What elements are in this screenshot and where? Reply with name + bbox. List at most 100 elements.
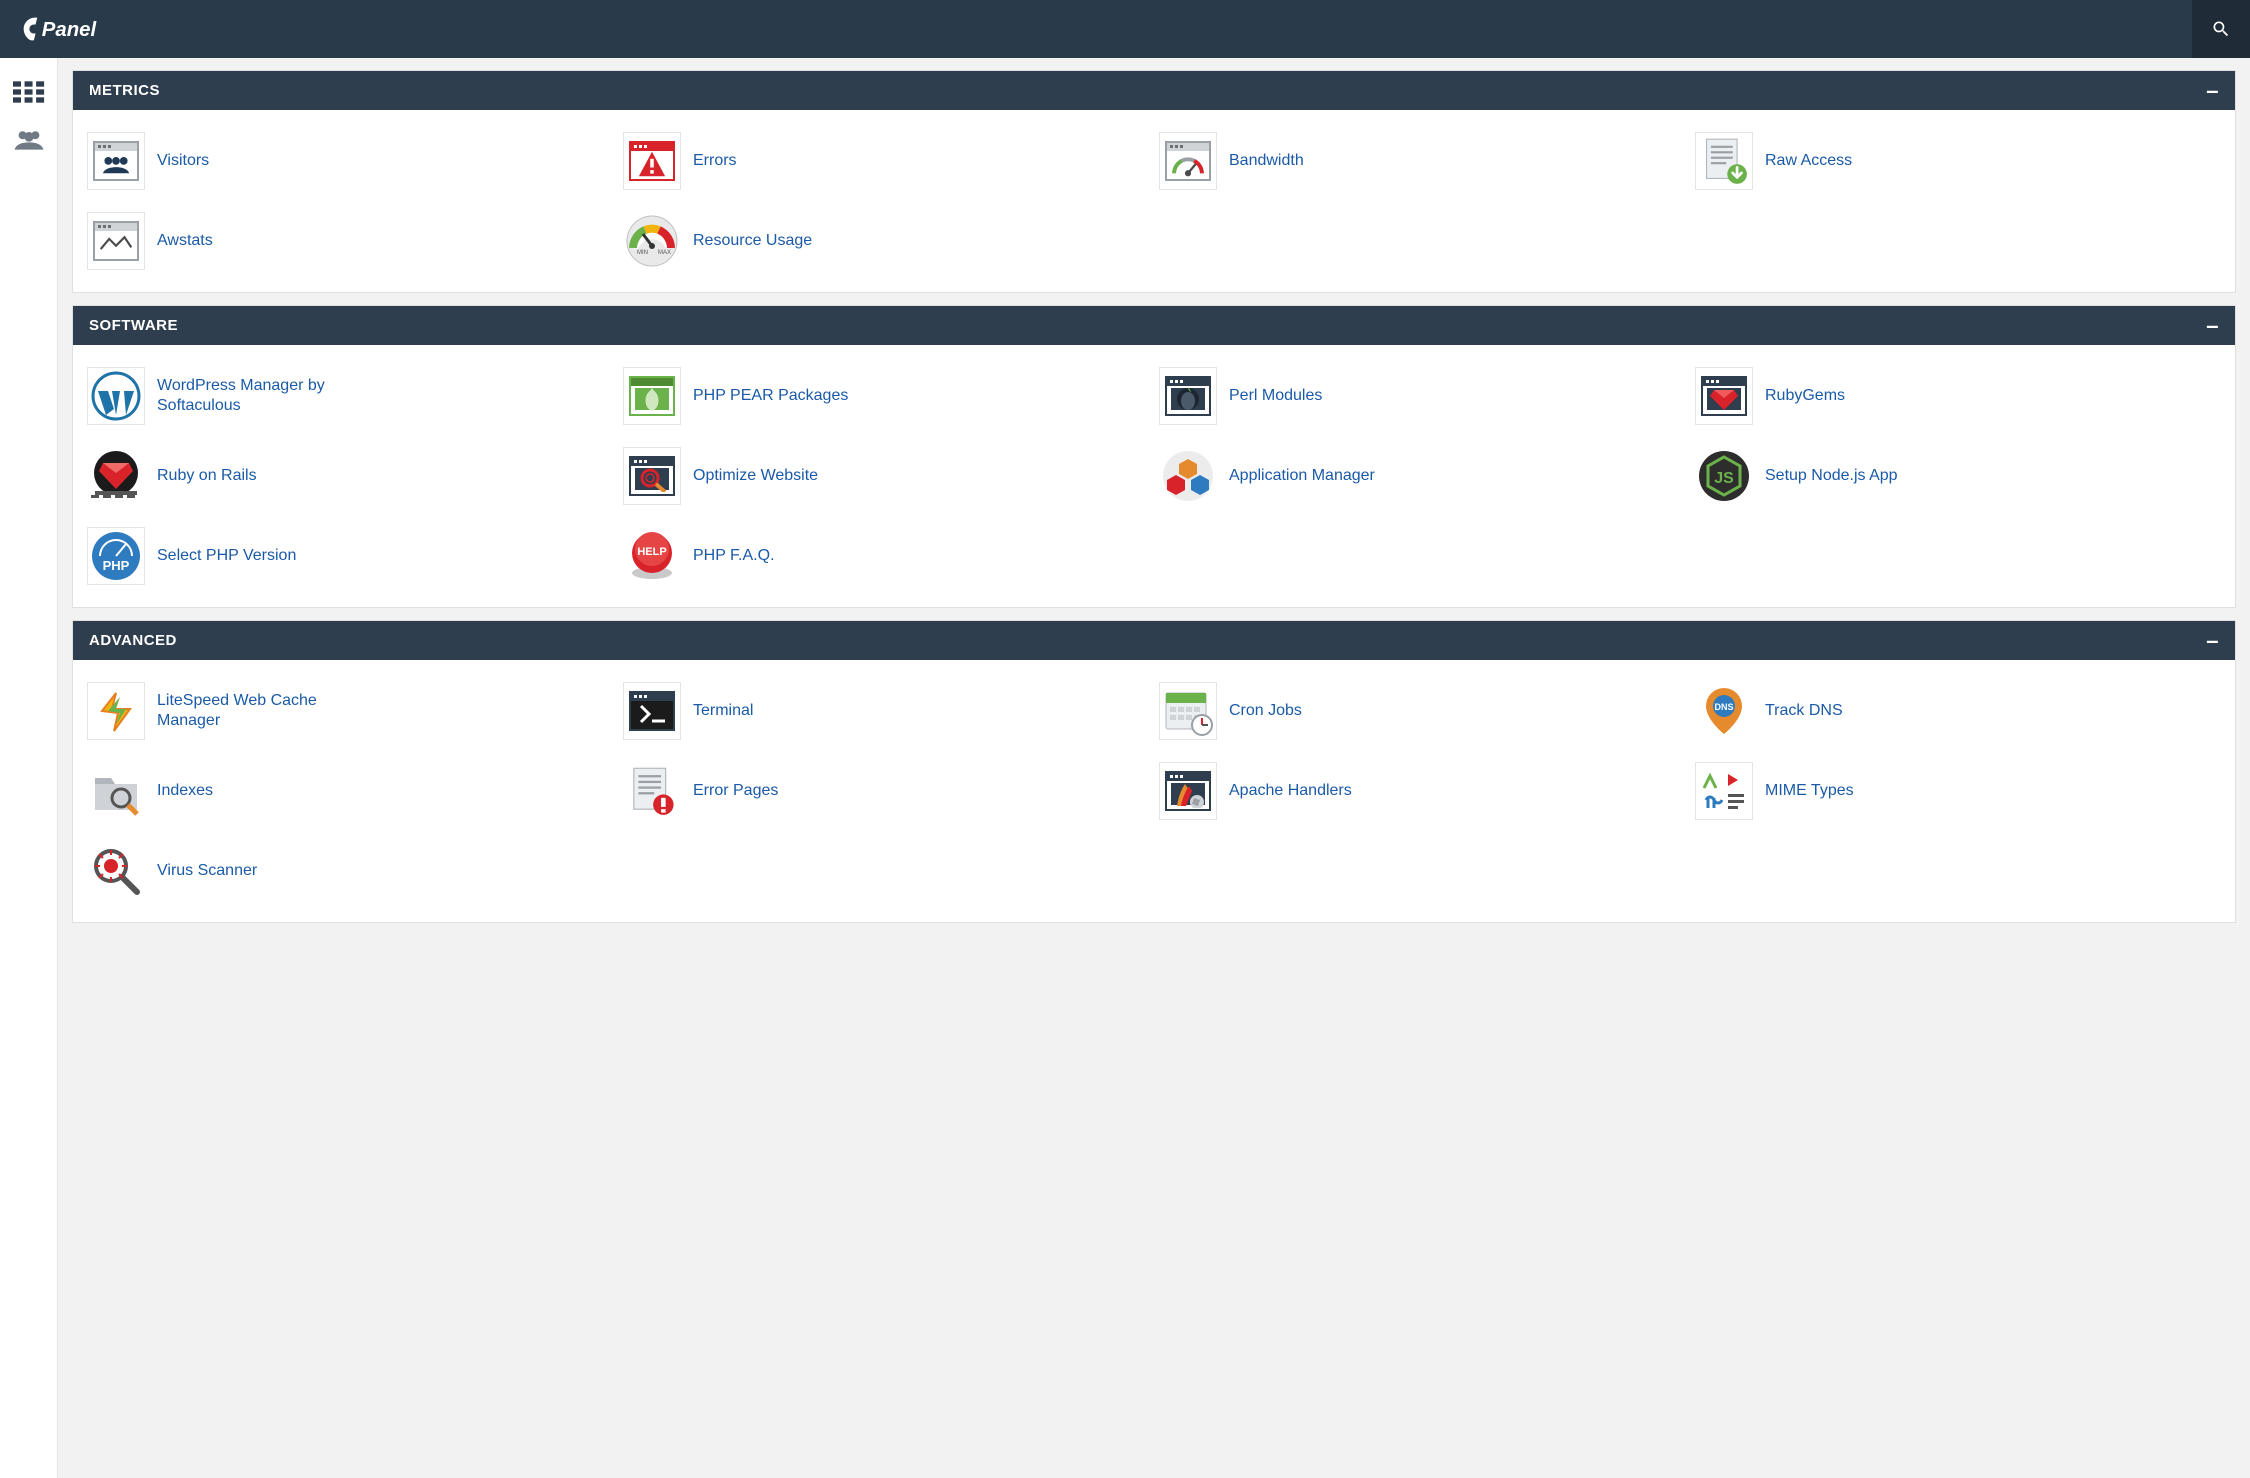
app-label: Errors [693, 151, 737, 171]
app-wordpress-manager[interactable]: WordPress Manager by Softaculous [87, 365, 613, 427]
app-label: Error Pages [693, 781, 778, 801]
collapse-icon: – [2206, 86, 2219, 96]
panel-software: SOFTWARE – WordPress Manager by Softacul… [72, 305, 2236, 608]
php-version-icon: PHP [87, 527, 145, 585]
sidebar-users[interactable] [0, 116, 58, 164]
grid-icon [13, 79, 45, 105]
app-error-pages[interactable]: Error Pages [623, 760, 1149, 822]
app-visitors[interactable]: Visitors [87, 130, 613, 192]
app-optimize-website[interactable]: Optimize Website [623, 445, 1149, 507]
panel-advanced: ADVANCED – LiteSpeed Web Cache Manager [72, 620, 2236, 923]
app-application-manager[interactable]: Application Manager [1159, 445, 1685, 507]
mime-types-icon [1695, 762, 1753, 820]
app-label: Bandwidth [1229, 151, 1304, 171]
app-mime-types[interactable]: MIME Types [1695, 760, 2221, 822]
app-label: MIME Types [1765, 781, 1854, 801]
app-label: Resource Usage [693, 231, 812, 251]
nodejs-icon: JS [1695, 447, 1753, 505]
ruby-on-rails-icon [87, 447, 145, 505]
svg-text:MIN: MIN [637, 250, 648, 256]
app-php-faq[interactable]: HELP PHP F.A.Q. [623, 525, 1149, 587]
visitors-icon [87, 132, 145, 190]
app-raw-access[interactable]: Raw Access [1695, 130, 2221, 192]
users-icon [13, 127, 45, 153]
app-indexes[interactable]: Indexes [87, 760, 613, 822]
app-label: Awstats [157, 231, 213, 251]
litespeed-icon [87, 682, 145, 740]
app-label: Terminal [693, 701, 753, 721]
app-litespeed[interactable]: LiteSpeed Web Cache Manager [87, 680, 613, 742]
app-label: Cron Jobs [1229, 701, 1302, 721]
app-label: RubyGems [1765, 386, 1845, 406]
app-virus-scanner[interactable]: Virus Scanner [87, 840, 613, 902]
collapse-icon: – [2206, 636, 2219, 646]
php-pear-icon [623, 367, 681, 425]
panel-header-metrics[interactable]: METRICS – [73, 71, 2235, 110]
errors-icon [623, 132, 681, 190]
app-track-dns[interactable]: DNS Track DNS [1695, 680, 2221, 742]
app-label: Visitors [157, 151, 209, 171]
sidebar [0, 58, 58, 1478]
app-cron-jobs[interactable]: Cron Jobs [1159, 680, 1685, 742]
awstats-icon [87, 212, 145, 270]
brand-logo[interactable]: Panel [18, 12, 143, 46]
php-faq-icon: HELP [623, 527, 681, 585]
panel-title: ADVANCED [89, 632, 177, 649]
bandwidth-icon [1159, 132, 1217, 190]
svg-text:DNS: DNS [1714, 702, 1733, 712]
app-label: PHP F.A.Q. [693, 546, 775, 566]
search-button[interactable] [2192, 0, 2250, 58]
app-errors[interactable]: Errors [623, 130, 1149, 192]
topbar: Panel [0, 0, 2250, 58]
wordpress-icon [87, 367, 145, 425]
app-label: Track DNS [1765, 701, 1843, 721]
app-label: Raw Access [1765, 151, 1852, 171]
panel-title: METRICS [89, 82, 160, 99]
app-label: Apache Handlers [1229, 781, 1352, 801]
app-label: Virus Scanner [157, 861, 257, 881]
panel-header-software[interactable]: SOFTWARE – [73, 306, 2235, 345]
app-terminal[interactable]: Terminal [623, 680, 1149, 742]
resource-usage-icon: MIN MAX [623, 212, 681, 270]
app-php-pear[interactable]: PHP PEAR Packages [623, 365, 1149, 427]
error-pages-icon [623, 762, 681, 820]
apache-handlers-icon [1159, 762, 1217, 820]
collapse-icon: – [2206, 321, 2219, 331]
app-apache-handlers[interactable]: Apache Handlers [1159, 760, 1685, 822]
sidebar-home[interactable] [0, 68, 58, 116]
app-label: Select PHP Version [157, 546, 296, 566]
panel-header-advanced[interactable]: ADVANCED – [73, 621, 2235, 660]
svg-text:HELP: HELP [637, 546, 666, 558]
track-dns-icon: DNS [1695, 682, 1753, 740]
perl-icon [1159, 367, 1217, 425]
app-label: Ruby on Rails [157, 466, 257, 486]
app-label: Perl Modules [1229, 386, 1322, 406]
indexes-icon [87, 762, 145, 820]
application-manager-icon [1159, 447, 1217, 505]
app-label: Optimize Website [693, 466, 818, 486]
terminal-icon [623, 682, 681, 740]
panel-metrics: METRICS – Visitors [72, 70, 2236, 293]
app-resource-usage[interactable]: MIN MAX Resource Usage [623, 210, 1149, 272]
app-select-php-version[interactable]: PHP Select PHP Version [87, 525, 613, 587]
app-perl-modules[interactable]: Perl Modules [1159, 365, 1685, 427]
panel-title: SOFTWARE [89, 317, 178, 334]
virus-scanner-icon [87, 842, 145, 900]
app-setup-nodejs[interactable]: JS Setup Node.js App [1695, 445, 2221, 507]
app-ruby-on-rails[interactable]: Ruby on Rails [87, 445, 613, 507]
raw-access-icon [1695, 132, 1753, 190]
app-label: WordPress Manager by Softaculous [157, 376, 347, 416]
svg-text:MAX: MAX [658, 250, 671, 256]
svg-text:JS: JS [1714, 470, 1734, 487]
app-rubygems[interactable]: RubyGems [1695, 365, 2221, 427]
rubygems-icon [1695, 367, 1753, 425]
app-label: Application Manager [1229, 466, 1375, 486]
app-label: Indexes [157, 781, 213, 801]
svg-text:Panel: Panel [42, 19, 98, 41]
app-label: PHP PEAR Packages [693, 386, 848, 406]
optimize-website-icon [623, 447, 681, 505]
app-bandwidth[interactable]: Bandwidth [1159, 130, 1685, 192]
app-awstats[interactable]: Awstats [87, 210, 613, 272]
content-area: METRICS – Visitors [58, 58, 2250, 1478]
svg-text:PHP: PHP [103, 558, 130, 573]
